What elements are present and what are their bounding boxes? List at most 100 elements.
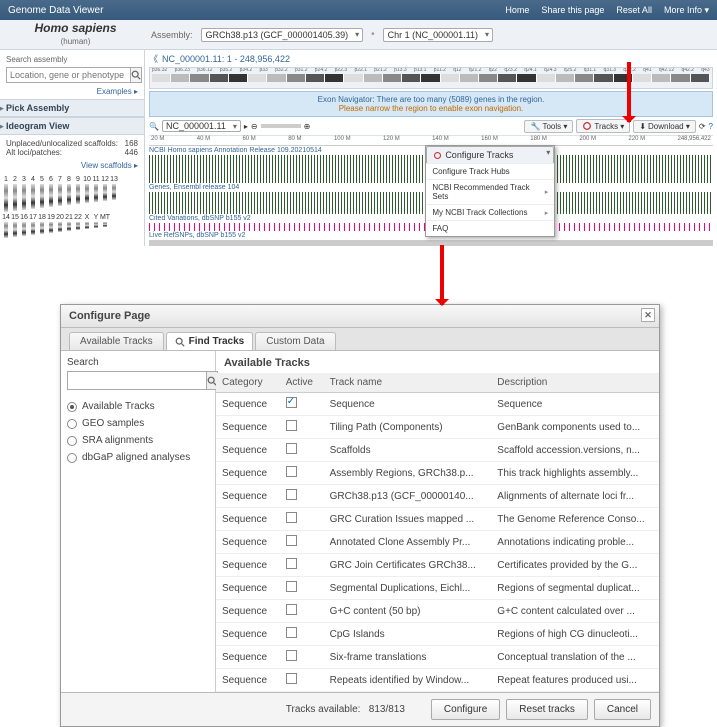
table-row[interactable]: SequenceAssembly Regions, GRCh38.p...Thi…: [216, 462, 659, 485]
menu-ncbi-recommended-track-sets[interactable]: NCBI Recommended Track Sets▸: [426, 180, 554, 205]
table-row[interactable]: SequenceG+C content (50 bp)G+C content c…: [216, 600, 659, 623]
radio-sra-alignments[interactable]: SRA alignments: [67, 432, 209, 449]
col-description[interactable]: Description: [491, 373, 659, 393]
chrom-MT[interactable]: MT: [101, 214, 109, 238]
menu-configure-track-hubs[interactable]: Configure Track Hubs: [426, 164, 554, 180]
chrom-10[interactable]: 10: [83, 176, 91, 212]
ideogram-section[interactable]: Ideogram View: [0, 117, 144, 135]
checkbox[interactable]: [286, 673, 297, 684]
zoomout-icon[interactable]: ⊖: [251, 122, 258, 131]
table-row[interactable]: SequenceCpG IslandsRegions of high CG di…: [216, 623, 659, 646]
examples-link[interactable]: Examples ▸: [0, 87, 144, 99]
refresh-icon[interactable]: ⟳: [699, 122, 706, 131]
header: Homo sapiens (human) Assembly: GRCh38.p1…: [0, 20, 717, 50]
table-row[interactable]: SequenceTiling Path (Components)GenBank …: [216, 416, 659, 439]
chrom-3[interactable]: 3: [20, 176, 28, 212]
chrom-14[interactable]: 14: [2, 214, 10, 238]
chromosome-select[interactable]: Chr 1 (NC_000001.11): [383, 28, 493, 42]
chrom-13[interactable]: 13: [110, 176, 118, 212]
chrom-15[interactable]: 15: [11, 214, 19, 238]
search-button[interactable]: [131, 67, 142, 83]
chrom-5[interactable]: 5: [38, 176, 46, 212]
chrom-8[interactable]: 8: [65, 176, 73, 212]
checkbox[interactable]: [286, 443, 297, 454]
titlebar: Genome Data Viewer Home Share this page …: [0, 0, 717, 20]
view-scaffolds-link[interactable]: View scaffolds ▸: [0, 161, 144, 172]
checkbox[interactable]: [286, 535, 297, 546]
search-input[interactable]: [6, 67, 131, 83]
tools-button[interactable]: 🔧Tools ▾: [524, 120, 573, 133]
table-row[interactable]: SequenceSix-frame translationsConceptual…: [216, 646, 659, 669]
cancel-button[interactable]: Cancel: [594, 699, 651, 720]
chrom-19[interactable]: 19: [47, 214, 55, 238]
tab-available[interactable]: Available Tracks: [69, 332, 164, 350]
chrom-21[interactable]: 21: [65, 214, 73, 238]
menu-my-ncbi-track-collections[interactable]: My NCBI Track Collections▸: [426, 205, 554, 221]
assembly-select[interactable]: GRCh38.p13 (GCF_000001405.39): [201, 28, 364, 42]
close-button[interactable]: ✕: [641, 308, 655, 322]
chrom-1[interactable]: 1: [2, 176, 10, 212]
table-row[interactable]: SequenceAnnotated Clone Assembly Pr...An…: [216, 531, 659, 554]
annotation-arrow-1: [627, 62, 631, 122]
checkbox[interactable]: [286, 650, 297, 661]
download-icon: ⬇: [639, 122, 646, 131]
chrom-6[interactable]: 6: [47, 176, 55, 212]
tab-find[interactable]: Find Tracks: [166, 332, 254, 350]
configure-button[interactable]: Configure: [431, 699, 500, 720]
checkbox[interactable]: [286, 489, 297, 500]
checkbox[interactable]: [286, 627, 297, 638]
checkbox[interactable]: [286, 420, 297, 431]
chrom-18[interactable]: 18: [38, 214, 46, 238]
download-button[interactable]: ⬇Download ▾: [633, 120, 696, 133]
link-more[interactable]: More Info ▾: [664, 5, 709, 16]
zoomin-icon[interactable]: ⊕: [304, 122, 311, 131]
chrom-Y[interactable]: Y: [92, 214, 100, 238]
chrom-4[interactable]: 4: [29, 176, 37, 212]
table-row[interactable]: SequenceGRC Curation Issues mapped ...Th…: [216, 508, 659, 531]
radio-available-tracks[interactable]: Available Tracks: [67, 398, 209, 415]
checkbox[interactable]: [286, 466, 297, 477]
go-icon[interactable]: ▸: [244, 122, 248, 131]
checkbox[interactable]: [286, 397, 297, 408]
wrench-icon: 🔧: [530, 122, 540, 131]
table-row[interactable]: SequenceGRCh38.p13 (GCF_00000140...Align…: [216, 485, 659, 508]
pick-assembly-section[interactable]: Pick Assembly: [0, 99, 144, 117]
menu-faq[interactable]: FAQ: [426, 221, 554, 236]
checkbox[interactable]: [286, 581, 297, 592]
dialog-search-input[interactable]: [67, 371, 207, 390]
checkbox[interactable]: [286, 558, 297, 569]
reset-tracks-button[interactable]: Reset tracks: [506, 699, 588, 720]
radio-geo-samples[interactable]: GEO samples: [67, 415, 209, 432]
chrom-11[interactable]: 11: [92, 176, 100, 212]
chrom-2[interactable]: 2: [11, 176, 19, 212]
link-home[interactable]: Home: [505, 5, 529, 16]
help-icon[interactable]: ?: [709, 122, 713, 131]
table-row[interactable]: SequenceSequenceSequence: [216, 393, 659, 416]
checkbox[interactable]: [286, 512, 297, 523]
chrom-17[interactable]: 17: [29, 214, 37, 238]
chrom-12[interactable]: 12: [101, 176, 109, 212]
chrom-X[interactable]: X: [83, 214, 91, 238]
menu-configure-tracks[interactable]: Configure Tracks: [426, 146, 554, 164]
col-active[interactable]: Active: [280, 373, 324, 393]
table-row[interactable]: SequenceScaffoldsScaffold accession.vers…: [216, 439, 659, 462]
chrom-22[interactable]: 22: [74, 214, 82, 238]
tab-custom[interactable]: Custom Data: [255, 332, 335, 350]
table-row[interactable]: SequenceSegmental Duplications, Eichl...…: [216, 577, 659, 600]
col-category[interactable]: Category: [216, 373, 280, 393]
chrom-9[interactable]: 9: [74, 176, 82, 212]
col-track-name[interactable]: Track name: [324, 373, 492, 393]
checkbox[interactable]: [286, 604, 297, 615]
zoom-icon[interactable]: 🔍: [149, 122, 159, 131]
zoom-slider[interactable]: [261, 124, 301, 128]
back-button[interactable]: 《: [149, 52, 158, 65]
toolbar-loc[interactable]: NC_000001.11: [162, 120, 241, 132]
chrom-7[interactable]: 7: [56, 176, 64, 212]
table-row[interactable]: SequenceGRC Join Certificates GRCh38...C…: [216, 554, 659, 577]
link-share[interactable]: Share this page: [541, 5, 604, 16]
table-row[interactable]: SequenceRepeats identified by Window...R…: [216, 669, 659, 692]
chrom-16[interactable]: 16: [20, 214, 28, 238]
chrom-20[interactable]: 20: [56, 214, 64, 238]
link-reset[interactable]: Reset All: [616, 5, 652, 16]
radio-dbgap-aligned-analyses[interactable]: dbGaP aligned analyses: [67, 449, 209, 466]
